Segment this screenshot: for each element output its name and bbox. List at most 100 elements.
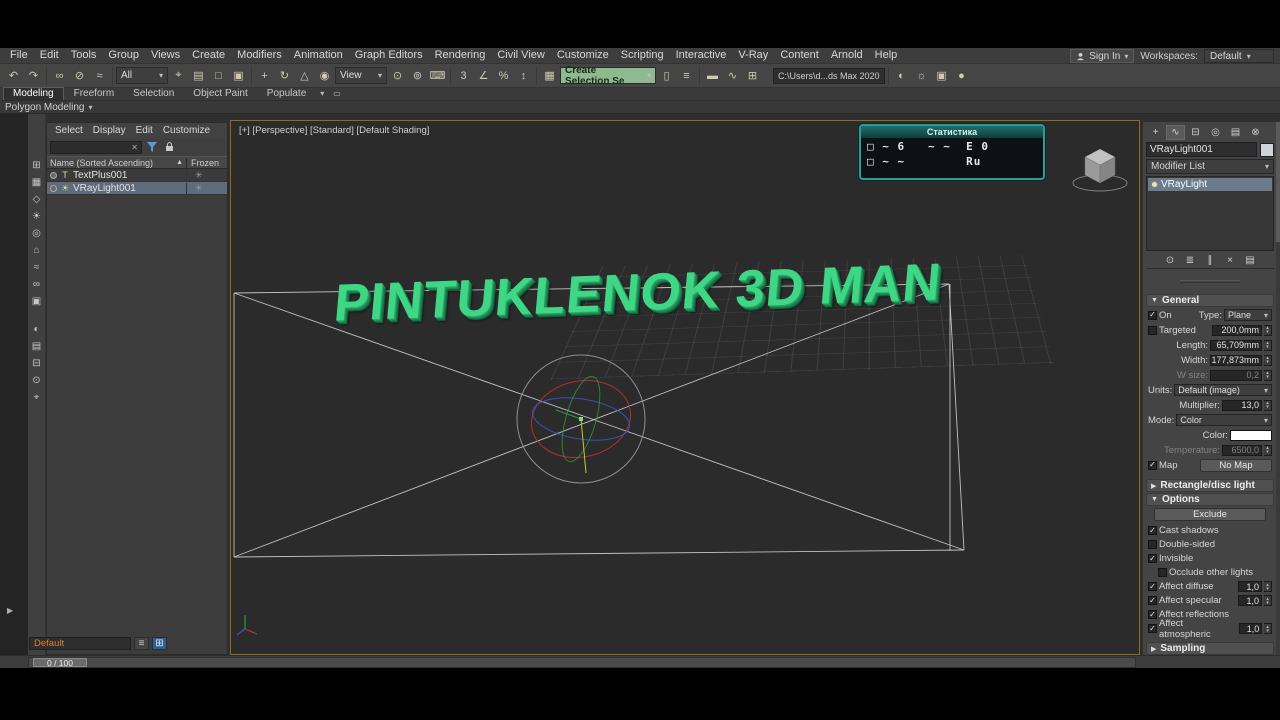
rollout-sampling-header[interactable]: Sampling — [1146, 642, 1274, 655]
snap-toggle-3d-icon[interactable]: 3 — [454, 66, 473, 85]
unlink-selection-icon[interactable]: ⊘ — [70, 66, 89, 85]
workspaces-dropdown[interactable]: Default — [1204, 49, 1274, 63]
exclude-button[interactable]: Exclude — [1154, 508, 1266, 521]
visibility-eye-icon[interactable] — [50, 171, 57, 179]
table-row-selected[interactable]: ☀ VRayLight001 ✳ — [47, 182, 227, 195]
explorer-menu-customize[interactable]: Customize — [158, 124, 215, 138]
viewport-label[interactable]: [+] [Perspective] [Standard] [Default Sh… — [239, 125, 429, 136]
type-dropdown[interactable]: Plane — [1224, 309, 1272, 321]
view-cube[interactable] — [1069, 135, 1133, 193]
time-slider-thumb[interactable]: 0 / 100 — [33, 658, 87, 668]
edit-named-selection-sets-icon[interactable]: ▦ — [540, 66, 559, 85]
frozen-cell-icon[interactable]: ✳ — [186, 169, 224, 181]
object-name[interactable]: VRayLight001 — [73, 183, 136, 194]
chevron-down-icon[interactable]: ▾ — [316, 88, 328, 100]
select-object-icon[interactable]: ⌖ — [169, 66, 188, 85]
configure-modifier-sets-icon[interactable]: ▤ — [1242, 253, 1259, 267]
no-map-button[interactable]: No Map — [1200, 458, 1272, 472]
select-by-name-icon[interactable]: ▤ — [189, 66, 208, 85]
menu-civil-view[interactable]: Civil View — [491, 48, 550, 63]
grid-view-icon[interactable]: ⊞ — [152, 637, 167, 650]
select-and-scale-icon[interactable]: △ — [295, 66, 314, 85]
display-bones-icon[interactable]: ∞ — [29, 277, 44, 291]
show-end-result-icon[interactable]: ≣ — [1182, 253, 1199, 267]
search-input[interactable]: ✕ — [50, 140, 142, 154]
schematic-view-icon[interactable]: ⊞ — [743, 66, 762, 85]
width-value-field[interactable]: 177,873mm — [1210, 354, 1262, 366]
rollout-rect-disc-header[interactable]: Rectangle/disc light — [1146, 479, 1274, 492]
remove-modifier-icon[interactable]: × — [1222, 253, 1239, 267]
display-shapes-icon[interactable]: ◇ — [29, 192, 44, 206]
menu-customize[interactable]: Customize — [551, 48, 615, 63]
make-unique-icon[interactable]: ∥ — [1202, 253, 1219, 267]
map-checkbox[interactable] — [1148, 460, 1157, 470]
modifier-list-dropdown[interactable]: Modifier List — [1146, 159, 1274, 174]
affect-diffuse-checkbox[interactable] — [1148, 582, 1157, 591]
curve-editor-icon[interactable]: ∿ — [723, 66, 742, 85]
utilities-tab-icon[interactable]: ⊗ — [1246, 125, 1265, 140]
panel-expander-arrow[interactable]: ▶ — [7, 606, 13, 615]
display-materials-icon[interactable]: ◐ — [29, 322, 44, 336]
lock-cell-editing-icon[interactable]: ⊙ — [29, 373, 44, 387]
cast-shadows-checkbox[interactable] — [1148, 526, 1157, 535]
rectangular-selection-region-icon[interactable]: □ — [209, 66, 228, 85]
toggle-ribbon-icon[interactable]: ▬ — [703, 66, 722, 85]
bind-to-space-warp-icon[interactable]: ≈ — [90, 66, 109, 85]
table-row[interactable]: T TextPlus001 ✳ — [47, 169, 227, 182]
menu-modifiers[interactable]: Modifiers — [231, 48, 288, 63]
selection-filter-dropdown[interactable]: All — [116, 67, 168, 84]
rollout-general-header[interactable]: General — [1146, 294, 1274, 307]
targeted-checkbox[interactable] — [1148, 325, 1157, 335]
rollout-options-header[interactable]: Options — [1146, 493, 1274, 506]
affect-atmospheric-value-field[interactable]: 1,0 — [1238, 623, 1263, 634]
tab-freeform[interactable]: Freeform — [65, 88, 124, 100]
explorer-menu-edit[interactable]: Edit — [131, 124, 158, 138]
reference-coordinate-dropdown[interactable]: View — [335, 67, 387, 84]
double-sided-checkbox[interactable] — [1148, 540, 1157, 549]
window-crossing-icon[interactable]: ▣ — [229, 66, 248, 85]
spinner-control[interactable]: ▴ ▾ — [1264, 623, 1272, 634]
stack-item-selected[interactable]: VRayLight — [1148, 178, 1272, 191]
units-dropdown[interactable]: Default (image) — [1174, 384, 1272, 396]
spinner-control[interactable]: ▴ ▾ — [1264, 354, 1272, 366]
sort-by-layer-icon[interactable]: ▤ — [29, 339, 44, 353]
invisible-checkbox[interactable] — [1148, 554, 1157, 563]
render-production-icon[interactable]: ● — [952, 66, 971, 85]
scrollbar-thumb[interactable] — [1276, 122, 1280, 242]
spinner-control[interactable]: ▴ ▾ — [1264, 399, 1272, 411]
select-and-rotate-icon[interactable]: ↻ — [275, 66, 294, 85]
filter-funnel-icon[interactable] — [145, 140, 159, 154]
select-and-manipulate-icon[interactable]: ⊚ — [408, 66, 427, 85]
render-setup-icon[interactable]: ☼ — [912, 66, 931, 85]
explorer-list-header[interactable]: Name (Sorted Ascending) ▲ Frozen — [47, 156, 227, 169]
column-name-header[interactable]: Name (Sorted Ascending) — [50, 158, 153, 168]
list-view-icon[interactable]: ≡ — [134, 637, 149, 650]
motion-tab-icon[interactable]: ◎ — [1206, 125, 1225, 140]
spinner-control[interactable]: ▴ ▾ — [1264, 324, 1272, 336]
display-geometry-icon[interactable]: ▦ — [29, 175, 44, 189]
menu-group[interactable]: Group — [102, 48, 145, 63]
menu-tools[interactable]: Tools — [65, 48, 103, 63]
pin-stack-icon[interactable]: ⊙ — [1162, 253, 1179, 267]
modifier-stack[interactable]: VRayLight — [1146, 176, 1274, 251]
occlude-other-lights-checkbox[interactable] — [1158, 568, 1167, 577]
tab-populate[interactable]: Populate — [258, 88, 315, 100]
menu-animation[interactable]: Animation — [288, 48, 349, 63]
rendered-frame-window-icon[interactable]: ▣ — [932, 66, 951, 85]
explorer-menu-display[interactable]: Display — [88, 124, 131, 138]
display-cameras-icon[interactable]: ◎ — [29, 226, 44, 240]
spinner-control[interactable]: ▴ ▾ — [1264, 339, 1272, 351]
mirror-icon[interactable]: ▯ — [657, 66, 676, 85]
menu-file[interactable]: File — [4, 48, 34, 63]
explorer-menu-select[interactable]: Select — [50, 124, 88, 138]
menu-help[interactable]: Help — [869, 48, 904, 63]
select-and-link-icon[interactable]: ∞ — [50, 66, 69, 85]
select-and-move-icon[interactable]: + — [255, 66, 274, 85]
display-influences-icon[interactable]: ⊞ — [29, 158, 44, 172]
sign-in-button[interactable]: Sign In — [1070, 49, 1135, 63]
menu-edit[interactable]: Edit — [34, 48, 65, 63]
clear-search-icon[interactable]: ✕ — [131, 143, 138, 152]
affect-diffuse-value-field[interactable]: 1,0 — [1238, 581, 1262, 592]
rollout-grip[interactable] — [1180, 280, 1240, 283]
visibility-eye-icon[interactable] — [50, 184, 57, 192]
